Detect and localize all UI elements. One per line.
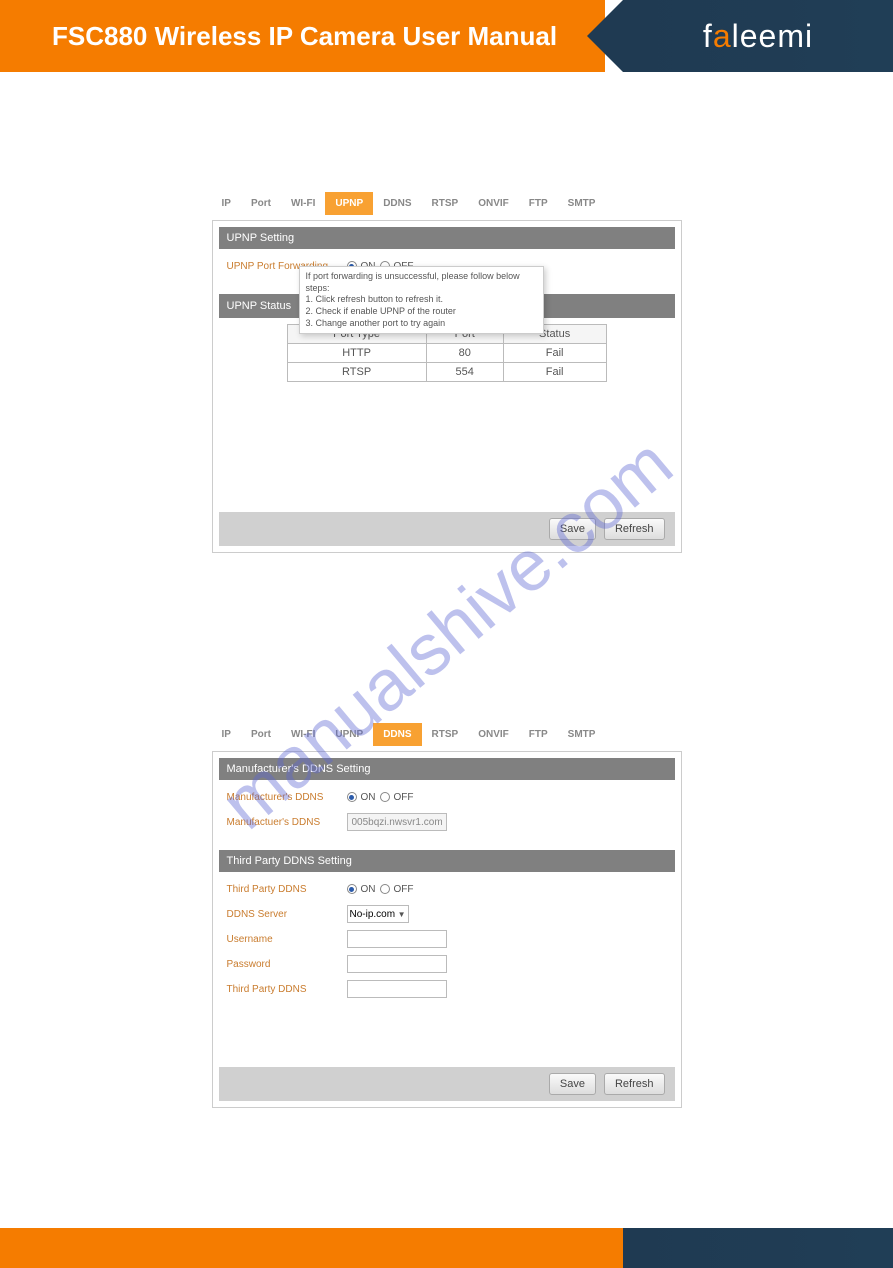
header-arrow-icon: [587, 0, 623, 72]
mfg-ddns-label: Manufacturer's DDNS: [227, 792, 347, 803]
mfg-ddns-on-radio[interactable]: [347, 792, 357, 802]
tabs-ddns: IP Port WI-FI UPNP DDNS RTSP ONVIF FTP S…: [212, 723, 682, 746]
refresh-button[interactable]: Refresh: [604, 1073, 665, 1095]
upnp-panel-wrap: IP Port WI-FI UPNP DDNS RTSP ONVIF FTP S…: [212, 192, 682, 553]
tooltip-line3: 3. Change another port to try again: [306, 318, 537, 330]
td-port: 554: [426, 363, 503, 382]
on-label: ON: [361, 884, 376, 895]
tab-port[interactable]: Port: [241, 723, 281, 746]
table-row: RTSP 554 Fail: [287, 363, 606, 382]
header-right: faleemi: [623, 0, 893, 72]
tab-ddns[interactable]: DDNS: [373, 192, 421, 215]
save-button[interactable]: Save: [549, 1073, 596, 1095]
logo-text-post: leemi: [732, 18, 813, 54]
upnp-footer: Save Refresh: [219, 512, 675, 546]
ddns-server-select[interactable]: No-ip.com ▼: [347, 905, 409, 923]
tp-ddns-head: Third Party DDNS Setting: [219, 850, 675, 872]
tab-onvif[interactable]: ONVIF: [468, 192, 519, 215]
header-left: FSC880 Wireless IP Camera User Manual: [0, 0, 605, 72]
password-label: Password: [227, 959, 347, 970]
upnp-setting-head: UPNP Setting: [219, 227, 675, 249]
on-label: ON: [361, 792, 376, 803]
logo-dot: a: [713, 18, 732, 54]
tp-ddns-on-radio[interactable]: [347, 884, 357, 894]
td-port: 80: [426, 344, 503, 363]
chevron-down-icon: ▼: [398, 910, 406, 919]
username-input[interactable]: [347, 930, 447, 948]
header-bar: FSC880 Wireless IP Camera User Manual fa…: [0, 0, 893, 72]
tab-ip[interactable]: IP: [212, 723, 241, 746]
tab-wifi[interactable]: WI-FI: [281, 192, 325, 215]
tooltip-line2: 2. Check if enable UPNP of the router: [306, 306, 537, 318]
tab-port[interactable]: Port: [241, 192, 281, 215]
off-label: OFF: [394, 792, 414, 803]
tp-ddns-field-label: Third Party DDNS: [227, 984, 347, 995]
password-input[interactable]: [347, 955, 447, 973]
tab-rtsp[interactable]: RTSP: [422, 192, 469, 215]
td-type: RTSP: [287, 363, 426, 382]
tooltip-line0: If port forwarding is unsuccessful, plea…: [306, 271, 537, 294]
mfg-ddns-head: Manufacturer's DDNS Setting: [219, 758, 675, 780]
upnp-panel: UPNP Setting UPNP Port Forwarding ON OFF…: [212, 220, 682, 553]
td-type: HTTP: [287, 344, 426, 363]
ddns-footer: Save Refresh: [219, 1067, 675, 1101]
table-row: HTTP 80 Fail: [287, 344, 606, 363]
tp-ddns-input[interactable]: [347, 980, 447, 998]
tab-smtp[interactable]: SMTP: [558, 192, 606, 215]
tabs-upnp: IP Port WI-FI UPNP DDNS RTSP ONVIF FTP S…: [212, 192, 682, 215]
footer-right: [623, 1228, 893, 1268]
tab-wifi[interactable]: WI-FI: [281, 723, 325, 746]
footer-left: [0, 1228, 623, 1268]
tooltip-line1: 1. Click refresh button to refresh it.: [306, 294, 537, 306]
logo-text-pre: f: [703, 18, 713, 54]
td-status: Fail: [503, 363, 606, 382]
tab-upnp[interactable]: UPNP: [325, 192, 373, 215]
mfg-ddns-input[interactable]: [347, 813, 447, 831]
ddns-panel-wrap: IP Port WI-FI UPNP DDNS RTSP ONVIF FTP S…: [212, 723, 682, 1108]
mfg-ddns-field-label: Manufactuer's DDNS: [227, 817, 347, 828]
ddns-panel: Manufacturer's DDNS Setting Manufacturer…: [212, 751, 682, 1108]
tab-ftp[interactable]: FTP: [519, 723, 558, 746]
off-label: OFF: [394, 884, 414, 895]
save-button[interactable]: Save: [549, 518, 596, 540]
upnp-status-title: UPNP Status: [227, 300, 292, 312]
tp-ddns-off-radio[interactable]: [380, 884, 390, 894]
tab-rtsp[interactable]: RTSP: [422, 723, 469, 746]
tab-onvif[interactable]: ONVIF: [468, 723, 519, 746]
ddns-server-value: No-ip.com: [350, 909, 396, 920]
tp-ddns-label: Third Party DDNS: [227, 884, 347, 895]
brand-logo: faleemi: [703, 18, 813, 55]
ddns-server-label: DDNS Server: [227, 909, 347, 920]
tab-smtp[interactable]: SMTP: [558, 723, 606, 746]
page-footer: [0, 1228, 893, 1268]
tab-upnp[interactable]: UPNP: [325, 723, 373, 746]
tab-ddns[interactable]: DDNS: [373, 723, 421, 746]
tab-ftp[interactable]: FTP: [519, 192, 558, 215]
mfg-ddns-off-radio[interactable]: [380, 792, 390, 802]
page-title: FSC880 Wireless IP Camera User Manual: [52, 21, 557, 52]
upnp-help-tooltip: If port forwarding is unsuccessful, plea…: [299, 266, 544, 334]
td-status: Fail: [503, 344, 606, 363]
username-label: Username: [227, 934, 347, 945]
tab-ip[interactable]: IP: [212, 192, 241, 215]
refresh-button[interactable]: Refresh: [604, 518, 665, 540]
